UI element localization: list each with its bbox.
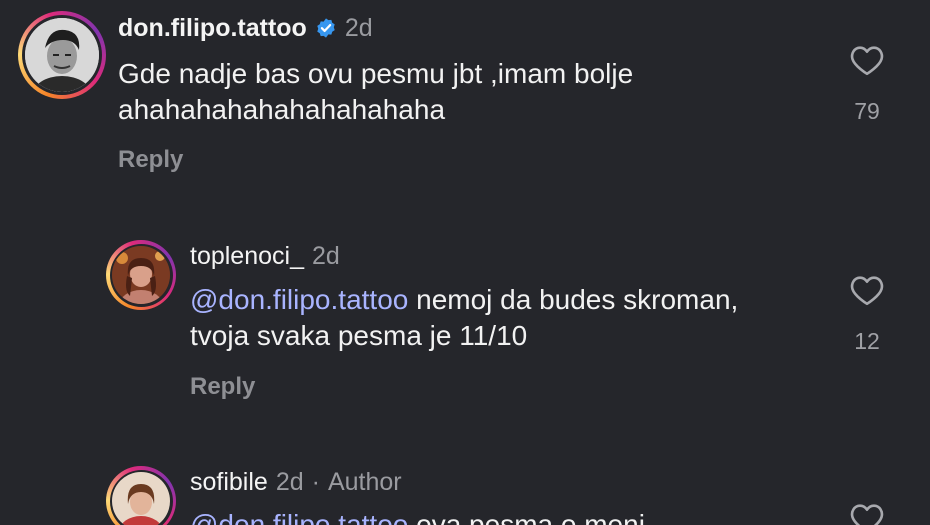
avatar-ring[interactable] — [18, 11, 106, 99]
avatar-photo-icon — [112, 246, 170, 304]
separator-dot: · — [311, 468, 320, 496]
comment-text: @don.filipo.tattoo nemoj da budes skroma… — [190, 282, 750, 354]
avatar — [25, 18, 99, 92]
timestamp: 2d — [311, 242, 340, 270]
like-container — [847, 502, 887, 525]
username[interactable]: don.filipo.tattoo — [118, 14, 307, 42]
avatar-photo-icon — [112, 472, 170, 525]
heart-outline-icon[interactable] — [849, 502, 885, 525]
heart-outline-icon[interactable] — [849, 274, 885, 306]
like-container: 79 — [847, 44, 887, 125]
comment-text: @don.filipo.tattoo ova pesma o meni — [190, 507, 750, 525]
avatar-photo-icon — [25, 18, 99, 92]
avatar — [112, 246, 170, 304]
comment-body: ova pesma o meni — [408, 509, 645, 525]
author-label: Author — [327, 468, 402, 496]
mention-link[interactable]: @don.filipo.tattoo — [190, 509, 408, 525]
verified-badge-icon — [315, 16, 337, 46]
like-count: 12 — [854, 328, 880, 354]
avatar-ring[interactable] — [106, 466, 176, 525]
comment-header: toplenoci_ 2d — [190, 241, 340, 271]
username[interactable]: toplenoci_ — [190, 242, 304, 270]
comments-thread: don.filipo.tattoo 2d Gde nadje bas ovu pe… — [0, 0, 930, 525]
comment-header: sofibile 2d · Author — [190, 467, 402, 497]
username[interactable]: sofibile — [190, 468, 268, 496]
reply-button[interactable]: Reply — [118, 146, 183, 174]
like-container: 12 — [847, 274, 887, 355]
like-count: 79 — [854, 98, 880, 124]
comment-text: Gde nadje bas ovu pesmu jbt ,imam bolje … — [118, 58, 634, 125]
mention-link[interactable]: @don.filipo.tattoo — [190, 284, 408, 315]
timestamp: 2d — [344, 14, 373, 42]
heart-outline-icon[interactable] — [849, 44, 885, 76]
timestamp: 2d — [275, 468, 304, 496]
reply-button[interactable]: Reply — [190, 373, 255, 401]
avatar — [112, 472, 170, 525]
comment-header: don.filipo.tattoo 2d — [118, 13, 373, 46]
avatar-ring[interactable] — [106, 240, 176, 310]
